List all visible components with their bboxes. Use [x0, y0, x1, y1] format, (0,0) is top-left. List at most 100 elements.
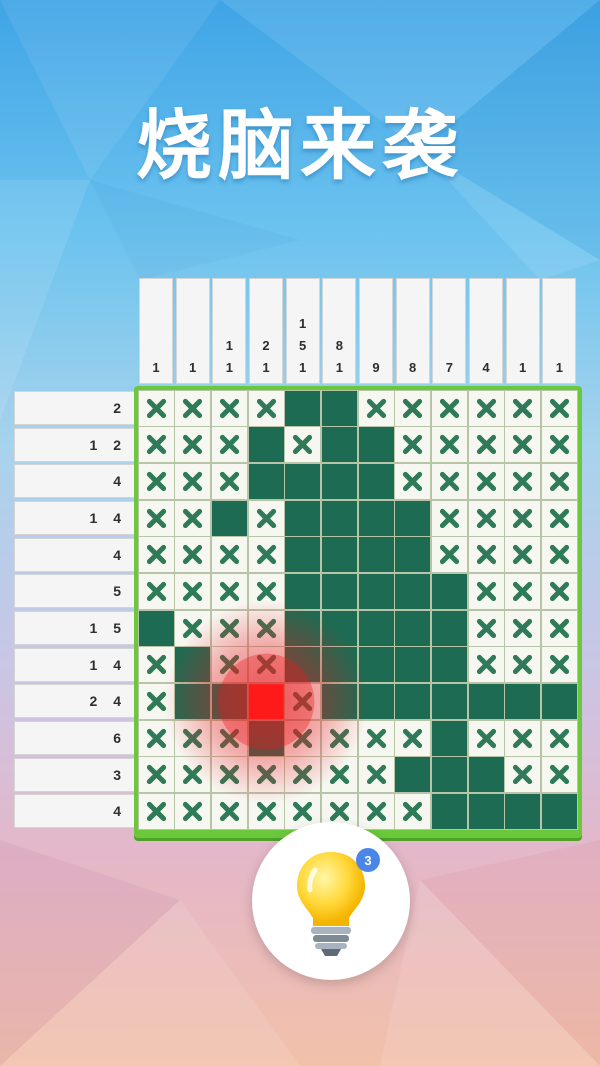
grid-cell-crossed[interactable]	[395, 390, 431, 426]
grid-cell-crossed[interactable]	[432, 500, 468, 536]
grid-cell-crossed[interactable]	[358, 720, 394, 756]
grid-cell-crossed[interactable]	[505, 757, 541, 793]
grid-cell-crossed[interactable]	[248, 574, 284, 610]
grid-cell-crossed[interactable]	[212, 537, 248, 573]
grid-cell-crossed[interactable]	[395, 794, 431, 830]
grid-cell-crossed[interactable]	[505, 610, 541, 646]
grid-cell-filled[interactable]	[285, 464, 321, 500]
grid-cell-filled[interactable]	[358, 610, 394, 646]
grid-cell-crossed[interactable]	[468, 427, 504, 463]
grid-cell-filled[interactable]	[322, 390, 358, 426]
grid-cell-filled[interactable]	[322, 574, 358, 610]
grid-cell-crossed[interactable]	[468, 610, 504, 646]
grid-cell-crossed[interactable]	[212, 390, 248, 426]
grid-cell-crossed[interactable]	[138, 794, 174, 830]
grid-cell-crossed[interactable]	[248, 794, 284, 830]
grid-cell-crossed[interactable]	[468, 464, 504, 500]
grid-cell-crossed[interactable]	[138, 574, 174, 610]
grid-cell-filled[interactable]	[138, 610, 174, 646]
grid-cell-filled[interactable]	[285, 390, 321, 426]
grid-cell-filled[interactable]	[468, 794, 504, 830]
grid-cell-filled[interactable]	[248, 427, 284, 463]
grid-cell-filled[interactable]	[322, 684, 358, 720]
grid-cell-crossed[interactable]	[248, 757, 284, 793]
grid-cell-filled[interactable]	[432, 720, 468, 756]
grid-cell-filled[interactable]	[358, 500, 394, 536]
grid-cell-filled[interactable]	[248, 720, 284, 756]
grid-cell-filled[interactable]	[432, 757, 468, 793]
grid-cell-crossed[interactable]	[468, 720, 504, 756]
grid-cell-crossed[interactable]	[175, 427, 211, 463]
grid-cell-crossed[interactable]	[285, 684, 321, 720]
grid-cell-crossed[interactable]	[175, 757, 211, 793]
grid-cell-crossed[interactable]	[248, 684, 284, 720]
grid-cell-crossed[interactable]	[212, 647, 248, 683]
grid-cell-crossed[interactable]	[138, 427, 174, 463]
grid-cell-crossed[interactable]	[175, 720, 211, 756]
grid-cell-filled[interactable]	[358, 537, 394, 573]
grid-cell-crossed[interactable]	[505, 720, 541, 756]
grid-cell-crossed[interactable]	[212, 427, 248, 463]
grid-cell-crossed[interactable]	[432, 537, 468, 573]
grid-cell-filled[interactable]	[285, 574, 321, 610]
grid-cell-filled[interactable]	[175, 647, 211, 683]
grid-cell-crossed[interactable]	[175, 390, 211, 426]
grid-cell-crossed[interactable]	[138, 684, 174, 720]
grid-cell-crossed[interactable]	[542, 427, 578, 463]
grid-cell-crossed[interactable]	[505, 464, 541, 500]
grid-cell-crossed[interactable]	[505, 390, 541, 426]
grid-cell-filled[interactable]	[542, 684, 578, 720]
grid-cell-crossed[interactable]	[358, 757, 394, 793]
grid-cell-filled[interactable]	[285, 647, 321, 683]
grid-cell-crossed[interactable]	[212, 464, 248, 500]
grid-cell-crossed[interactable]	[505, 500, 541, 536]
grid-cell-filled[interactable]	[322, 610, 358, 646]
grid-cell-filled[interactable]	[395, 610, 431, 646]
grid-cell-crossed[interactable]	[468, 390, 504, 426]
grid-cell-filled[interactable]	[395, 537, 431, 573]
grid-cell-filled[interactable]	[432, 610, 468, 646]
grid-cell-crossed[interactable]	[542, 574, 578, 610]
grid-cell-crossed[interactable]	[212, 610, 248, 646]
grid-cell-filled[interactable]	[395, 647, 431, 683]
grid-cell-crossed[interactable]	[542, 390, 578, 426]
grid-cell-filled[interactable]	[468, 684, 504, 720]
grid-cell-crossed[interactable]	[285, 757, 321, 793]
grid-cell-filled[interactable]	[505, 794, 541, 830]
grid-cell-crossed[interactable]	[285, 720, 321, 756]
grid-cell-filled[interactable]	[322, 537, 358, 573]
grid-cell-filled[interactable]	[542, 794, 578, 830]
grid-cell-filled[interactable]	[468, 757, 504, 793]
grid-cell-crossed[interactable]	[432, 390, 468, 426]
grid-cell-crossed[interactable]	[542, 464, 578, 500]
grid-cell-crossed[interactable]	[432, 464, 468, 500]
grid-cell-filled[interactable]	[358, 464, 394, 500]
grid-cell-filled[interactable]	[505, 684, 541, 720]
grid-cell-crossed[interactable]	[395, 464, 431, 500]
grid-cell-filled[interactable]	[432, 794, 468, 830]
grid-cell-crossed[interactable]	[542, 720, 578, 756]
grid-cell-filled[interactable]	[212, 500, 248, 536]
grid-cell-crossed[interactable]	[505, 647, 541, 683]
grid-cell-filled[interactable]	[285, 610, 321, 646]
grid-cell-crossed[interactable]	[322, 720, 358, 756]
grid-cell-filled[interactable]	[395, 500, 431, 536]
grid-cell-crossed[interactable]	[468, 574, 504, 610]
grid-cell-crossed[interactable]	[432, 427, 468, 463]
grid-cell-filled[interactable]	[322, 464, 358, 500]
grid-cell-crossed[interactable]	[175, 574, 211, 610]
grid-cell-filled[interactable]	[322, 500, 358, 536]
grid-cell-filled[interactable]	[395, 574, 431, 610]
grid-cell-crossed[interactable]	[138, 537, 174, 573]
grid-cell-crossed[interactable]	[248, 500, 284, 536]
grid-cell-crossed[interactable]	[212, 574, 248, 610]
hint-button[interactable]: 3	[252, 822, 410, 980]
grid-cell-crossed[interactable]	[175, 500, 211, 536]
grid-cell-crossed[interactable]	[542, 537, 578, 573]
grid-cell-filled[interactable]	[395, 684, 431, 720]
grid-cell-filled[interactable]	[358, 574, 394, 610]
grid-cell-crossed[interactable]	[358, 794, 394, 830]
grid-cell-crossed[interactable]	[468, 537, 504, 573]
grid-cell-crossed[interactable]	[175, 464, 211, 500]
grid-cell-crossed[interactable]	[358, 390, 394, 426]
